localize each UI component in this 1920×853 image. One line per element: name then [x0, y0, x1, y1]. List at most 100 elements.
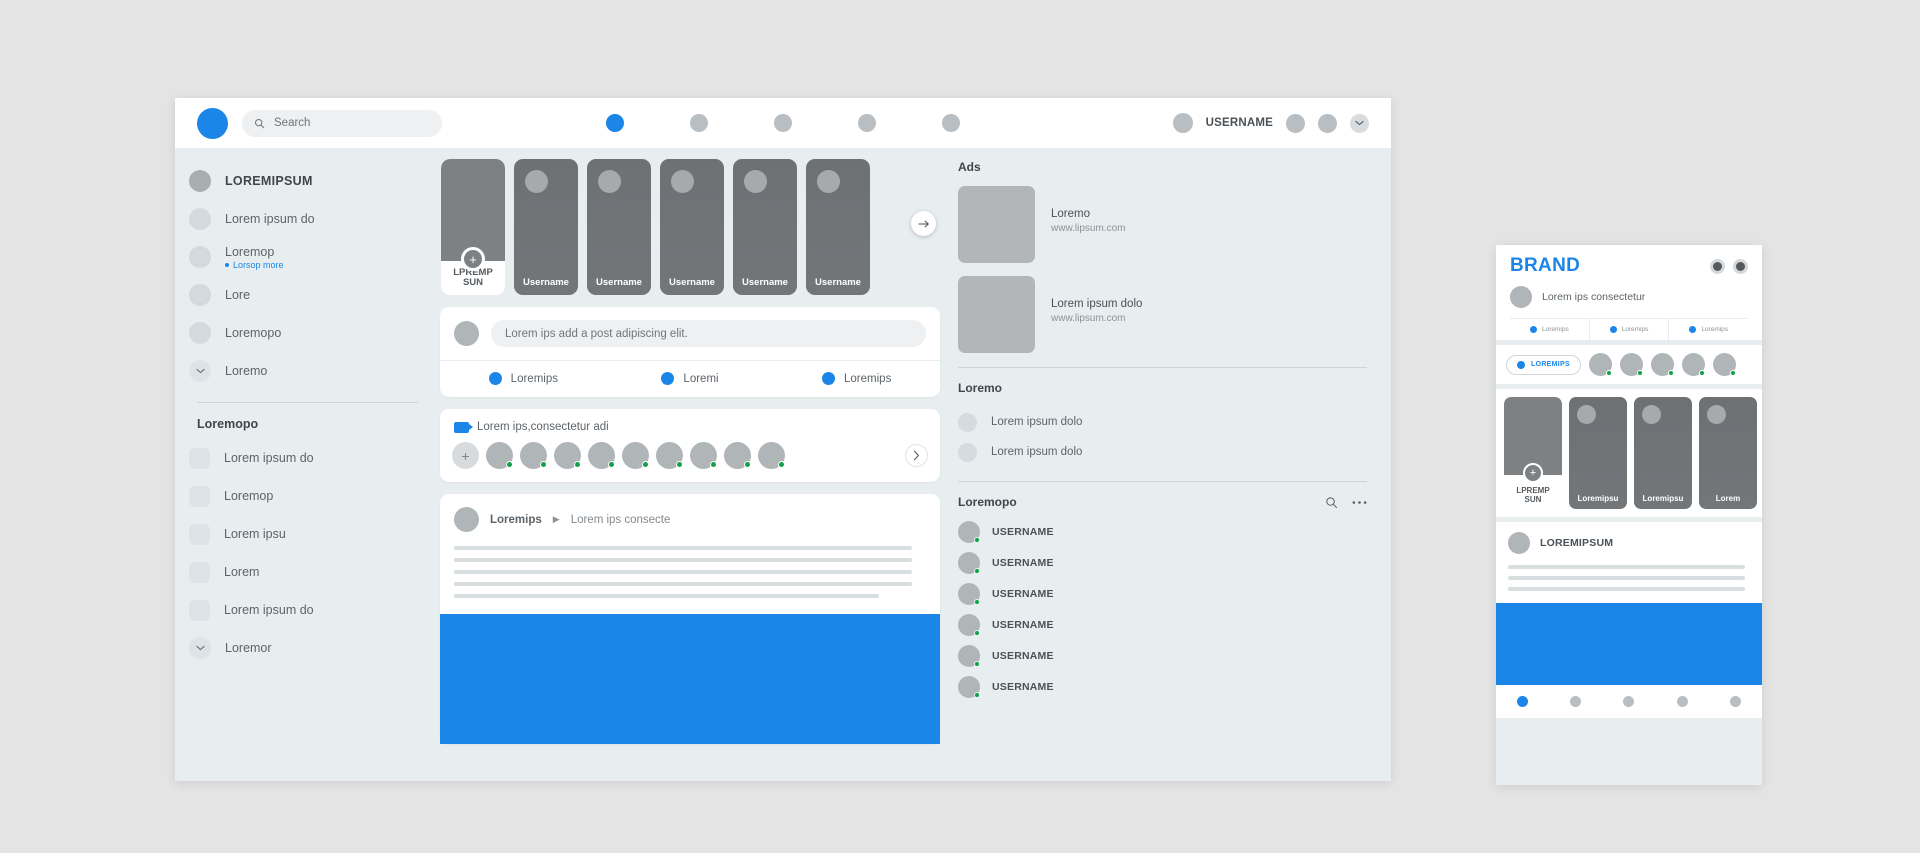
live-avatar[interactable]	[622, 442, 649, 469]
mobile-contact-avatar[interactable]	[1619, 353, 1643, 376]
online-status-icon	[744, 461, 751, 468]
photo-icon	[661, 372, 675, 385]
contact-avatar	[958, 644, 980, 667]
create-story-card[interactable]: + LPREMP SUN	[441, 159, 505, 295]
live-avatar[interactable]	[656, 442, 683, 469]
story-card[interactable]: Username	[806, 159, 870, 295]
shortcut-item[interactable]: Lorem ipsum dolo	[958, 437, 1367, 467]
live-avatar[interactable]	[690, 442, 717, 469]
live-avatar[interactable]	[520, 442, 547, 469]
sidebar-item-label: Loremopo	[225, 326, 282, 340]
mobile-composer-row[interactable]: Lorem ips consectetur	[1510, 277, 1748, 318]
composer-input[interactable]: Lorem ips add a post adipiscing elit.	[491, 320, 926, 347]
composer-action-live[interactable]: Loremips	[440, 372, 607, 385]
sidebar-item-1[interactable]: Loremop Lorsop more	[189, 238, 418, 276]
mobile-tab-1[interactable]: Loremips	[1590, 319, 1670, 340]
notifications-icon[interactable]	[1733, 258, 1748, 274]
top-nav-tab-video[interactable]	[774, 114, 792, 132]
feed-post-card: Loremips ▶ Lorem ips consecte	[440, 494, 940, 744]
contact-row[interactable]: USERNAME	[958, 640, 1367, 671]
top-nav-tab-friends[interactable]	[690, 114, 708, 132]
live-avatar[interactable]	[554, 442, 581, 469]
stories-next-button[interactable]	[911, 211, 936, 236]
sidebar-group-item-3[interactable]: Lorem	[189, 553, 418, 591]
sidebar-item-profile[interactable]: LOREMIPSUM	[189, 162, 418, 200]
contact-row[interactable]: USERNAME	[958, 671, 1367, 702]
top-navigation-bar: Search USERNAME	[175, 98, 1391, 148]
mobile-nav-video[interactable]	[1623, 696, 1635, 707]
mobile-post-avatar[interactable]	[1508, 532, 1530, 554]
contact-name: USERNAME	[992, 680, 1054, 693]
mobile-contact-avatar[interactable]	[1650, 353, 1674, 376]
mobile-nav-notifications[interactable]	[1676, 696, 1688, 707]
more-horizontal-icon[interactable]	[1352, 500, 1367, 505]
notifications-icon[interactable]	[1318, 113, 1337, 133]
post-image[interactable]	[440, 614, 940, 744]
contact-row[interactable]: USERNAME	[958, 547, 1367, 578]
sidebar-item-3[interactable]: Loremopo	[189, 314, 418, 352]
live-next-button[interactable]	[905, 444, 928, 467]
account-menu-button[interactable]	[1350, 113, 1369, 133]
mobile-create-story-pill[interactable]: LOREMIPS	[1506, 354, 1581, 375]
live-avatar[interactable]	[486, 442, 513, 469]
mobile-nav-home[interactable]	[1517, 696, 1529, 707]
mobile-post-image[interactable]	[1496, 603, 1762, 685]
mobile-story-card[interactable]: Lorem	[1699, 397, 1757, 509]
contact-row[interactable]: USERNAME	[958, 516, 1367, 547]
live-avatar[interactable]	[724, 442, 751, 469]
composer-action-photo[interactable]: Loremi	[607, 372, 774, 385]
sidebar-item-0[interactable]: Lorem ipsum do	[189, 200, 418, 238]
mobile-nav-friends[interactable]	[1570, 696, 1582, 707]
story-card[interactable]: Username	[733, 159, 797, 295]
story-username: Username	[596, 277, 642, 288]
username-label[interactable]: USERNAME	[1206, 117, 1273, 129]
sidebar-group-item-0[interactable]: Lorem ipsum do	[189, 439, 418, 477]
sidebar-item-4-expand[interactable]: Loremo	[189, 352, 418, 390]
top-nav-tab-marketplace[interactable]	[858, 114, 876, 132]
search-input[interactable]: Search	[242, 109, 442, 137]
ad-item[interactable]: Loremo www.lipsum.com	[958, 186, 1367, 263]
post-author-name[interactable]: Loremips	[490, 514, 542, 526]
contact-row[interactable]: USERNAME	[958, 609, 1367, 640]
mobile-story-card[interactable]: Loremipsu	[1634, 397, 1692, 509]
sidebar-item-badge[interactable]: Lorsop more	[225, 260, 284, 270]
sidebar-group-item-1[interactable]: Loremop	[189, 477, 418, 515]
sidebar-item-2[interactable]: Lore	[189, 276, 418, 314]
shortcut-item[interactable]: Lorem ipsum dolo	[958, 407, 1367, 437]
sidebar-group-item-4[interactable]: Lorem ipsum do	[189, 591, 418, 629]
plus-icon[interactable]: +	[1523, 463, 1543, 483]
mobile-contact-avatar[interactable]	[1681, 353, 1705, 376]
sidebar-group-item-5-expand[interactable]: Loremor	[189, 629, 418, 667]
sidebar-group-item-2[interactable]: Lorem ipsu	[189, 515, 418, 553]
live-avatar[interactable]	[758, 442, 785, 469]
mobile-contact-avatar[interactable]	[1712, 353, 1736, 376]
contact-row[interactable]: USERNAME	[958, 578, 1367, 609]
mobile-story-card[interactable]: Loremipsu	[1569, 397, 1627, 509]
story-card[interactable]: Username	[660, 159, 724, 295]
ad-item[interactable]: Lorem ipsum dolo www.lipsum.com	[958, 276, 1367, 353]
composer-action-feeling[interactable]: Loremips	[773, 372, 940, 385]
breadcrumb-arrow-icon: ▶	[552, 514, 560, 524]
live-avatar[interactable]	[588, 442, 615, 469]
brand-logo-circle-icon[interactable]	[197, 107, 228, 139]
messenger-icon[interactable]	[1286, 113, 1305, 133]
mobile-tab-2[interactable]: Loremips	[1669, 319, 1748, 340]
search-placeholder: Search	[274, 117, 311, 129]
top-nav-tab-groups[interactable]	[942, 114, 960, 132]
post-author-avatar[interactable]	[454, 507, 479, 532]
add-live-button[interactable]: +	[452, 442, 479, 469]
mobile-nav-menu[interactable]	[1729, 696, 1741, 707]
user-avatar[interactable]	[1172, 113, 1193, 133]
search-icon[interactable]	[1325, 496, 1338, 509]
top-nav-tab-home[interactable]	[606, 114, 624, 132]
story-card[interactable]: Username	[587, 159, 651, 295]
messenger-icon[interactable]	[1710, 258, 1725, 274]
mobile-tab-0[interactable]: Loremips	[1510, 319, 1590, 340]
contacts-header-actions	[1325, 496, 1367, 509]
mobile-post-author[interactable]: LOREMIPSUM	[1540, 537, 1613, 549]
plus-icon[interactable]: +	[461, 247, 485, 271]
composer-action-label: Loremips	[844, 372, 892, 385]
mobile-contact-avatar[interactable]	[1588, 353, 1612, 376]
story-card[interactable]: Username	[514, 159, 578, 295]
mobile-create-story-card[interactable]: + LPREMP SUN	[1504, 397, 1562, 509]
